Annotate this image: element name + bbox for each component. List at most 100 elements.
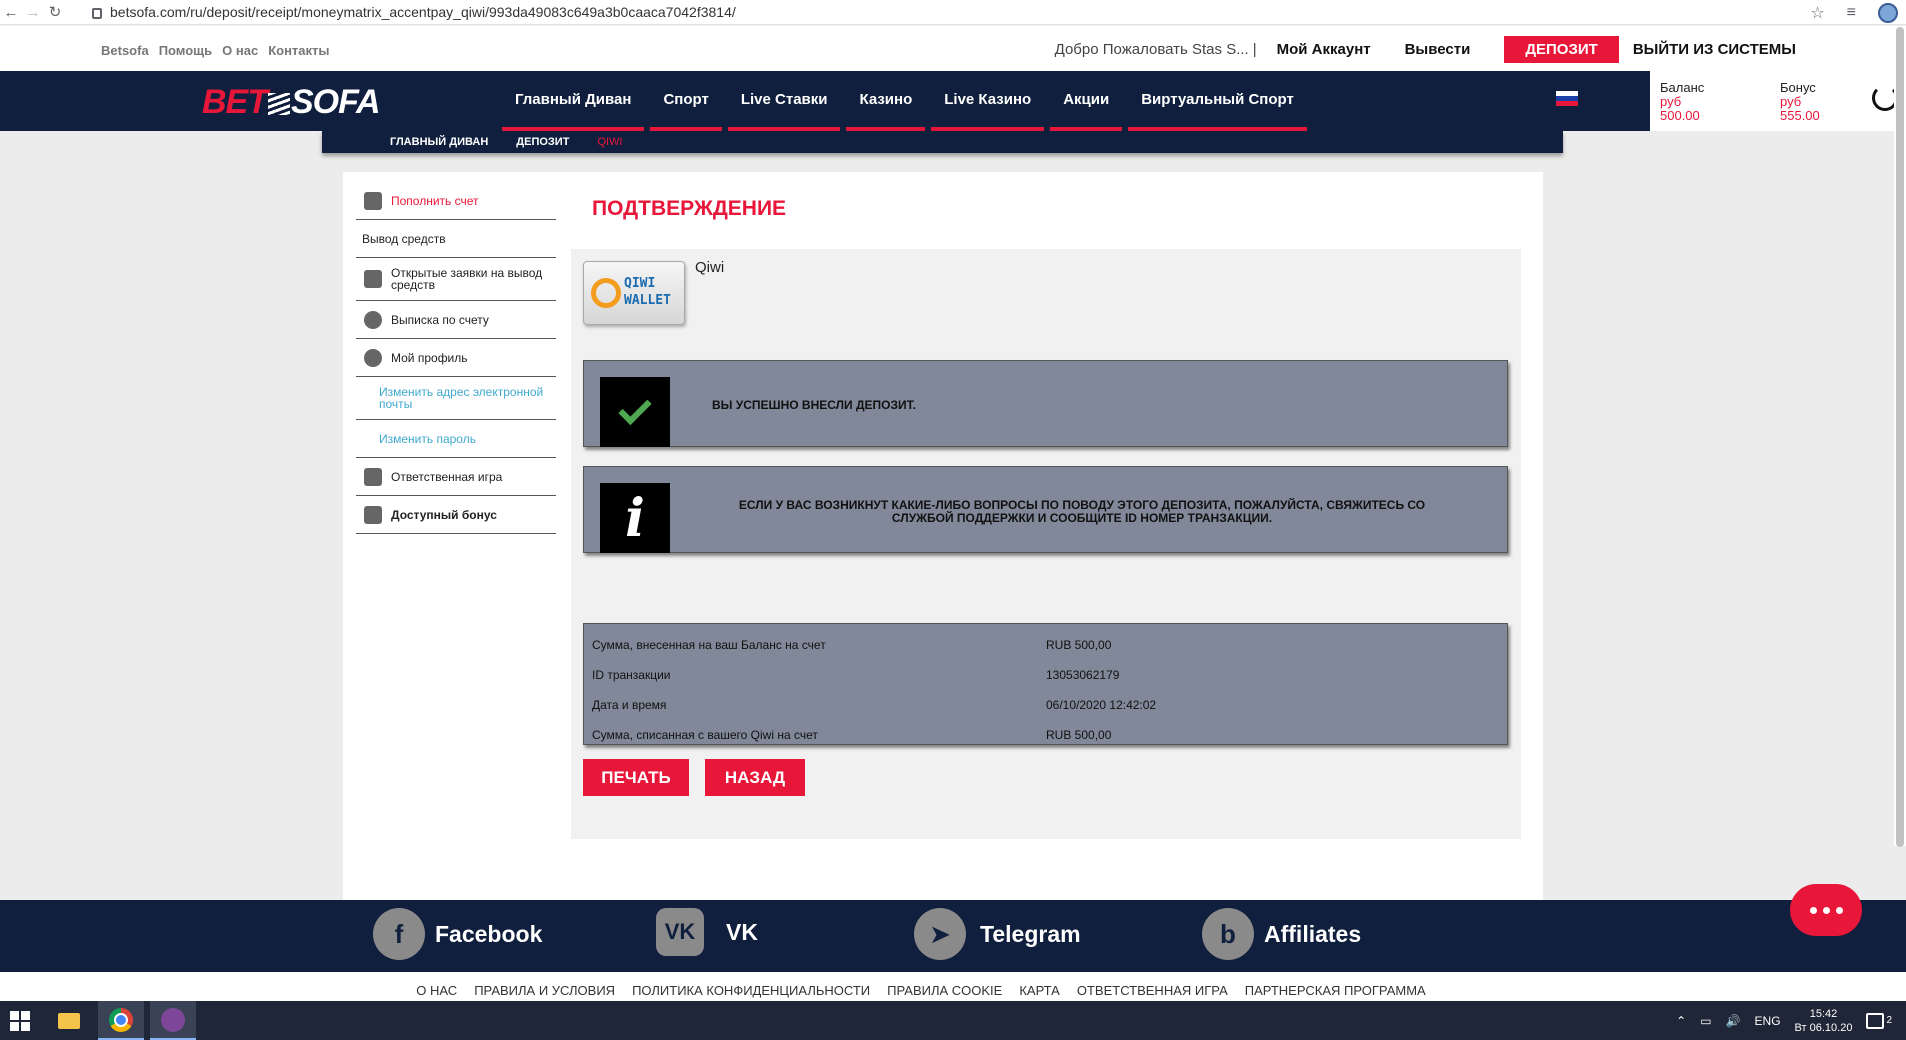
scrollbar-thumb[interactable] <box>1896 27 1904 847</box>
sidebar-item-change-password[interactable]: Изменить пароль <box>356 420 556 458</box>
details-value: 13053062179 <box>1046 668 1120 682</box>
footer-link-partners[interactable]: ПАРТНЕРСКАЯ ПРОГРАММА <box>1245 983 1426 1001</box>
balance-box: Баланс руб 500.00 Бонус руб 555.00 <box>1650 71 1906 131</box>
breadcrumb-home[interactable]: ГЛАВНЫЙ ДИВАН <box>390 136 488 148</box>
balance-info: Баланс руб 500.00 <box>1660 81 1704 123</box>
logout-link[interactable]: ВЫЙТИ ИЗ СИСТЕМЫ <box>1633 41 1796 58</box>
details-value: RUB 500,00 <box>1046 728 1112 742</box>
chat-button[interactable] <box>1790 884 1862 936</box>
bonus-info: Бонус руб 555.00 <box>1780 81 1820 123</box>
browser-toolbar: ← → ↻ betsofa.com/ru/deposit/receipt/mon… <box>0 0 1906 25</box>
details-row: Сумма, списанная с вашего Qiwi на счет R… <box>584 720 1507 750</box>
sidebar-item-deposit[interactable]: Пополнить счет <box>356 182 556 220</box>
page: Betsofa Помощь О нас Контакты Добро Пожа… <box>0 26 1906 1001</box>
sidebar-item-profile[interactable]: Мой профиль <box>356 339 556 377</box>
volume-icon[interactable]: 🔊 <box>1726 1014 1741 1028</box>
notifications-count: 2 <box>1886 1015 1892 1026</box>
vk-link[interactable]: VK VK <box>656 908 758 956</box>
logo-stripes-icon <box>268 93 290 116</box>
clock[interactable]: 15:42 Вт 06.10.20 <box>1795 1007 1853 1035</box>
details-key: ID транзакции <box>592 668 671 682</box>
forward-icon[interactable]: → <box>22 4 44 21</box>
sidebar-item-label: Мой профиль <box>391 350 468 365</box>
nav-virtual-sport[interactable]: Виртуальный Спорт <box>1128 71 1307 131</box>
nav-casino[interactable]: Казино <box>846 71 926 131</box>
facebook-link[interactable]: f Facebook <box>373 908 542 960</box>
print-button[interactable]: ПЕЧАТЬ <box>583 759 689 796</box>
gift-icon <box>364 505 382 524</box>
vk-icon: VK <box>656 908 704 956</box>
pending-withdrawals-icon <box>364 270 382 288</box>
deposit-button[interactable]: ДЕПОЗИТ <box>1504 36 1619 63</box>
breadcrumb-deposit[interactable]: ДЕПОЗИТ <box>516 136 569 148</box>
scales-icon <box>364 467 382 486</box>
footer-link-responsible[interactable]: ОТВЕТСТВЕННАЯ ИГРА <box>1077 983 1228 1001</box>
bonus-label: Бонус <box>1780 80 1816 95</box>
chrome-icon <box>109 1007 133 1032</box>
footer-link-cookie[interactable]: ПРАВИЛА COOKIE <box>887 983 1002 1001</box>
util-link-help[interactable]: Помощь <box>159 43 212 58</box>
nav-live-casino[interactable]: Live Казино <box>931 71 1045 131</box>
welcome-name: Добро Пожаловать Stas S... <box>1054 41 1249 58</box>
sidebar-item-change-email[interactable]: Изменить адрес электронной почты <box>356 377 556 420</box>
my-account-link[interactable]: Мой Аккаунт <box>1277 41 1371 58</box>
nav-main-sofa[interactable]: Главный Диван <box>502 71 645 131</box>
withdraw-link[interactable]: Вывести <box>1405 41 1471 58</box>
language-indicator[interactable]: ENG <box>1755 1014 1781 1028</box>
affiliates-link[interactable]: b Affiliates <box>1202 908 1361 960</box>
address-bar[interactable]: betsofa.com/ru/deposit/receipt/moneymatr… <box>92 4 736 20</box>
balance-currency: руб <box>1660 94 1682 109</box>
telegram-link[interactable]: ➤ Telegram <box>914 908 1081 960</box>
windows-start-icon[interactable] <box>0 1001 40 1040</box>
utility-bar: Betsofa Помощь О нас Контакты Добро Пожа… <box>0 26 1906 71</box>
info-icon: i <box>600 483 670 553</box>
sidebar-item-available-bonus[interactable]: Доступный бонус <box>356 496 556 534</box>
profile-avatar[interactable] <box>1878 2 1898 23</box>
info-message-text: ЕСЛИ У ВАС ВОЗНИКНУТ КАКИЕ-ЛИБО ВОПРОСЫ … <box>738 498 1426 525</box>
page-scrollbar[interactable] <box>1894 26 1906 847</box>
back-button[interactable]: НАЗАД <box>705 759 805 796</box>
footer-link-sitemap[interactable]: КАРТА <box>1019 983 1060 1001</box>
sidebar-item-responsible-gaming[interactable]: Ответственная игра <box>356 458 556 496</box>
details-value: 06/10/2020 12:42:02 <box>1046 698 1157 712</box>
qiwi-logo-line1: QIWI <box>624 276 656 291</box>
network-icon[interactable]: ▭ <box>1700 1014 1711 1028</box>
bookmark-star-icon[interactable]: ☆ <box>1810 3 1824 23</box>
sidebar-item-pending-withdrawals[interactable]: Открытые заявки на вывод средств <box>356 258 556 301</box>
clock-date: Вт 06.10.20 <box>1794 1021 1853 1034</box>
sidebar-item-statement[interactable]: Выписка по счету <box>356 301 556 339</box>
back-icon[interactable]: ← <box>0 4 22 21</box>
clock-time: 15:42 <box>1809 1007 1838 1020</box>
url-text[interactable]: betsofa.com/ru/deposit/receipt/moneymatr… <box>110 4 736 20</box>
taskbar-chrome[interactable] <box>98 1001 144 1040</box>
reading-list-icon[interactable]: ≡ <box>1847 4 1856 22</box>
taskbar-tor[interactable] <box>150 1001 196 1040</box>
receipt-panel: QIWI WALLET Qiwi ВЫ УСПЕШНО ВНЕСЛИ ДЕПОЗ… <box>571 249 1521 839</box>
nav-live-bets[interactable]: Live Ставки <box>727 71 841 131</box>
vk-label: VK <box>726 918 758 945</box>
tray-expand-icon[interactable]: ⌃ <box>1676 1014 1686 1028</box>
reload-icon[interactable]: ↻ <box>44 3 66 21</box>
sidebar-item-withdraw[interactable]: Вывод средств <box>356 220 556 258</box>
notifications-icon[interactable] <box>1866 1012 1885 1029</box>
chat-dot <box>1822 906 1830 914</box>
language-flag-icon[interactable] <box>1556 91 1578 106</box>
user-icon <box>364 348 382 367</box>
util-link-contacts[interactable]: Контакты <box>268 43 329 58</box>
qiwi-q-icon <box>591 278 621 308</box>
footer-link-terms[interactable]: ПРАВИЛА И УСЛОВИЯ <box>474 983 615 1001</box>
betsofa-logo[interactable]: BET SOFA <box>202 83 381 122</box>
sidebar-item-label: Пополнить счет <box>391 193 479 208</box>
breadcrumb-qiwi: QIWI <box>597 136 623 148</box>
footer-link-about[interactable]: О НАС <box>416 983 457 1001</box>
util-link-about[interactable]: О нас <box>222 43 258 58</box>
breadcrumb: ГЛАВНЫЙ ДИВАН ДЕПОЗИТ QIWI <box>322 131 1563 153</box>
deposit-icon <box>364 191 382 210</box>
details-value: RUB 500,00 <box>1046 638 1112 652</box>
taskbar-explorer[interactable] <box>46 1001 92 1040</box>
nav-sport[interactable]: Спорт <box>650 71 722 131</box>
util-link-betsofa[interactable]: Betsofa <box>101 43 149 58</box>
logo-sofa: SOFA <box>291 83 381 121</box>
footer-link-privacy[interactable]: ПОЛИТИКА КОНФИДЕНЦИАЛЬНОСТИ <box>632 983 870 1001</box>
nav-promotions[interactable]: Акции <box>1050 71 1123 131</box>
